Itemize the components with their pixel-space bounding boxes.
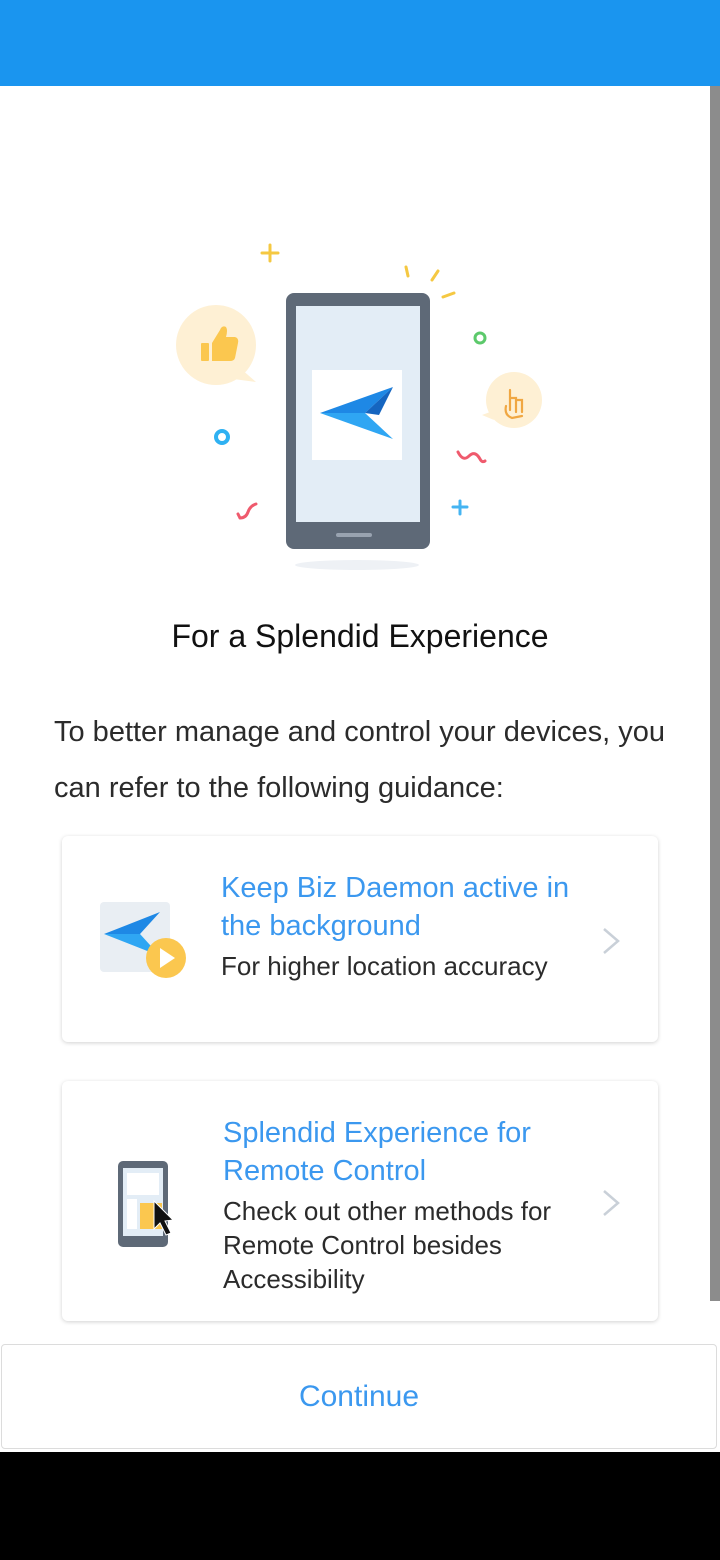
tap-hand-bubble-icon xyxy=(482,372,542,428)
keep-daemon-active-card[interactable]: Keep Biz Daemon active in the background… xyxy=(62,836,658,1042)
chevron-right-icon xyxy=(603,1190,620,1216)
sparkle-lines-icon xyxy=(404,265,456,299)
decor-squiggle-icon xyxy=(236,502,258,520)
continue-button[interactable]: Continue xyxy=(1,1344,717,1449)
remote-control-card[interactable]: Splendid Experience for Remote Control C… xyxy=(62,1081,658,1321)
biz-daemon-play-icon xyxy=(100,902,186,978)
remote-control-phone-icon xyxy=(118,1161,175,1247)
card-heading: Splendid Experience for Remote Control xyxy=(223,1117,531,1187)
decor-ring-icon xyxy=(214,429,230,445)
thumbs-up-bubble-icon xyxy=(176,305,256,385)
card-heading: Keep Biz Daemon active in the background xyxy=(221,872,570,942)
sparkle-plus-icon xyxy=(260,243,280,263)
top-status-bar xyxy=(0,0,720,86)
phone-illustration xyxy=(176,243,542,570)
scrollbar[interactable] xyxy=(710,86,720,1301)
phone-device-icon xyxy=(286,293,430,549)
decor-squiggle-icon xyxy=(456,450,487,464)
decor-dot-icon xyxy=(473,331,487,345)
guidance-description: To better manage and control your device… xyxy=(54,716,665,804)
card-subtitle: For higher location accuracy xyxy=(221,951,548,981)
page-title: For a Splendid Experience xyxy=(171,618,549,654)
navigation-bar xyxy=(0,1452,720,1560)
chevron-right-icon xyxy=(603,928,620,954)
card-subtitle: Check out other methods for Remote Contr… xyxy=(223,1196,552,1294)
screen: For a Splendid Experience To better mana… xyxy=(0,0,720,1560)
sparkle-plus-icon xyxy=(451,499,469,516)
